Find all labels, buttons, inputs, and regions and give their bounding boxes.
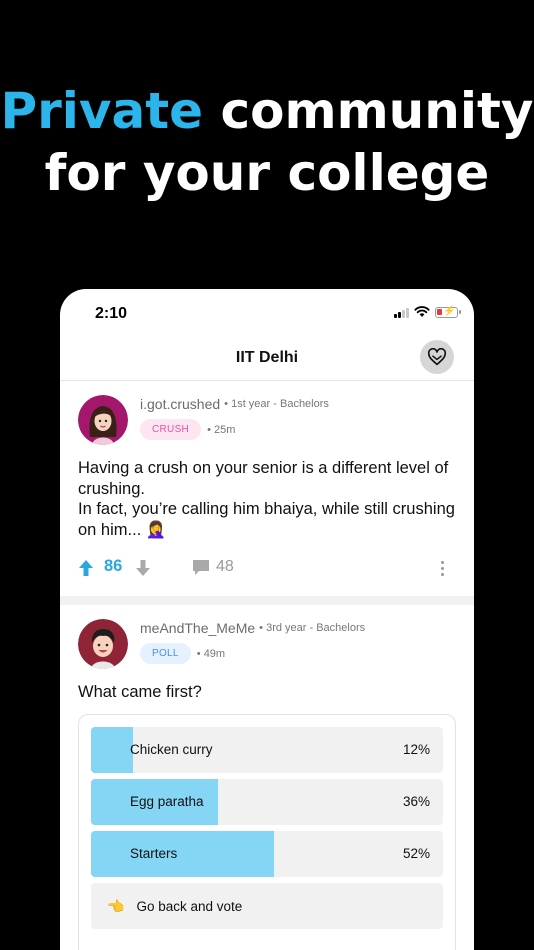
avatar[interactable] [78, 619, 128, 669]
downvote-icon[interactable] [135, 559, 151, 577]
poll-option-percent: 12% [402, 742, 430, 757]
go-back-vote-button[interactable]: 👈 Go back and vote [91, 883, 443, 929]
upvote-count: 86 [104, 557, 123, 575]
time-ago: • 25m [207, 423, 236, 436]
poll-option-label: Chicken curry [130, 742, 213, 757]
heart-icon [427, 348, 447, 366]
upvote-icon[interactable] [78, 559, 94, 577]
post-card[interactable]: i.got.crushed • 1st year - Bachelors CRU… [60, 381, 474, 596]
poll-option-label: Egg paratha [130, 794, 204, 809]
poll-option-bar [91, 727, 134, 773]
poll-question: What came first? [78, 683, 202, 701]
go-back-vote-label: Go back and vote [136, 898, 243, 914]
status-icons: ⚡ [394, 306, 461, 318]
post-actions: 86 48 [78, 540, 456, 596]
pointing-hand-icon: 👈 [107, 897, 125, 914]
comment-count: 48 [216, 558, 234, 575]
battery-icon: ⚡ [435, 306, 461, 318]
community-title: IIT Delhi [235, 349, 299, 366]
post-card[interactable]: meAndThe_MeMe • 3rd year - Bachelors POL… [60, 605, 474, 950]
status-bar: 2:10 ⚡ [60, 289, 474, 339]
post-header: i.got.crushed • 1st year - Bachelors CRU… [78, 395, 456, 445]
tag-badge[interactable]: CRUSH [140, 419, 202, 440]
poll-option[interactable]: Starters 52% [91, 831, 443, 877]
post-text: Having a crush on your senior is a diffe… [78, 459, 455, 539]
poll-box: Chicken curry 12% Egg paratha 36% Starte… [78, 714, 456, 950]
poll-option-label: Starters [130, 846, 178, 861]
avatar-boy-icon [78, 619, 128, 669]
post-divider [60, 596, 474, 605]
username[interactable]: meAndThe_MeMe [140, 620, 255, 636]
crush-heart-button[interactable] [420, 340, 454, 374]
headline-accent: Private [0, 82, 204, 140]
user-year: • 3rd year - Bachelors [259, 622, 366, 634]
headline-line2: for your college [44, 144, 490, 202]
wifi-icon [414, 306, 430, 317]
username[interactable]: i.got.crushed [140, 396, 220, 412]
poll-option[interactable]: Egg paratha 36% [91, 779, 443, 825]
avatar[interactable] [78, 395, 128, 445]
signal-icon [394, 307, 409, 318]
more-options-icon[interactable] [441, 561, 444, 576]
comment-icon[interactable] [192, 559, 210, 576]
poll-option-percent: 36% [402, 794, 430, 809]
headline: Private community for your college [0, 80, 534, 204]
post-header: meAndThe_MeMe • 3rd year - Bachelors POL… [78, 619, 456, 669]
poll-option[interactable]: Chicken curry 12% [91, 727, 443, 773]
headline-line1: community [203, 82, 534, 140]
user-year: • 1st year - Bachelors [224, 398, 329, 410]
avatar-girl-icon [78, 395, 128, 445]
poll-option-percent: 52% [402, 846, 430, 861]
status-time: 2:10 [95, 305, 128, 322]
poll-option-bar [91, 831, 275, 877]
phone-screen: 2:10 ⚡ IIT Delhi i.got.crushed • 1st yea… [60, 289, 474, 950]
time-ago: • 49m [196, 647, 226, 660]
app-bar: IIT Delhi [60, 339, 474, 381]
tag-badge[interactable]: POLL [140, 643, 191, 664]
